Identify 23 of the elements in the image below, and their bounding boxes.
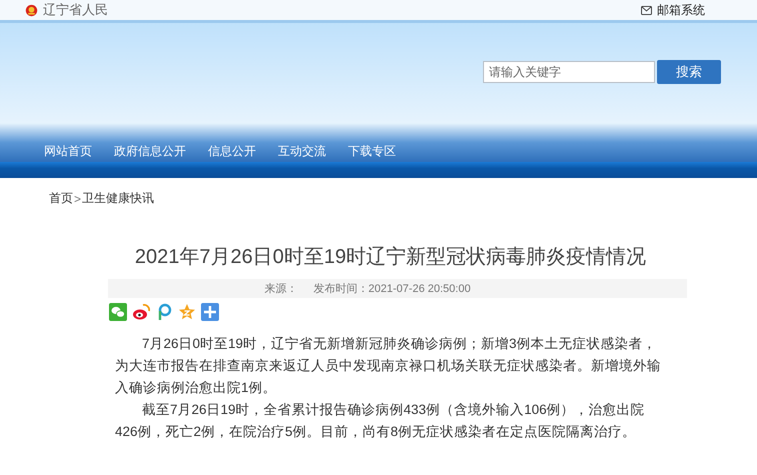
weibo-icon[interactable] — [132, 303, 150, 321]
search-field[interactable]: 请输入关键字 — [483, 61, 655, 83]
search-button[interactable]: 搜索 — [657, 60, 721, 84]
article-paragraph: 截至7月26日19时，全省累计报告确诊病例433例（含境外输入106例），治愈出院426例，死亡2例，在院治疗5例。目前，尚有8例无症状感染者在定点医院隔离治疗。 — [115, 401, 646, 441]
emblem-icon — [25, 4, 38, 16]
plus-icon[interactable] — [201, 303, 219, 321]
source-label: 来源： — [264, 282, 298, 296]
nav-item[interactable]: 网站首页 — [44, 143, 92, 160]
site-name[interactable]: 辽宁省人民 — [43, 1, 108, 19]
nav-item[interactable]: 信息公开 — [208, 143, 256, 160]
nav-item[interactable]: 政府信息公开 — [114, 143, 186, 160]
mail-link[interactable]: 邮箱系统 — [657, 2, 705, 18]
publish-time: 发布时间：2021-07-26 20:50:00 — [313, 282, 471, 296]
star-icon[interactable] — [178, 303, 196, 321]
wechat-icon[interactable] — [109, 303, 127, 321]
breadcrumb-separator: > — [74, 192, 82, 206]
nav-item[interactable]: 互动交流 — [278, 143, 326, 160]
breadcrumb-link[interactable]: 首页 — [49, 190, 73, 207]
article-paragraph: 7月26日0时至19时，辽宁省无新增新冠肺炎确诊病例；新增3例本土无症状感染者，为大连市报告在排查南京来返辽人员中发现南京禄口机场关联无症状感染者。新增境外输入确诊病例治愈出院1例。 — [115, 335, 662, 397]
nav-item[interactable]: 下载专区 — [348, 143, 396, 160]
mail-icon — [641, 6, 652, 14]
breadcrumb-link[interactable]: 卫生健康快讯 — [82, 190, 154, 207]
article-title: 2021年7月26日0时至19时辽宁新型冠状病毒肺炎疫情情况 — [134, 245, 648, 270]
